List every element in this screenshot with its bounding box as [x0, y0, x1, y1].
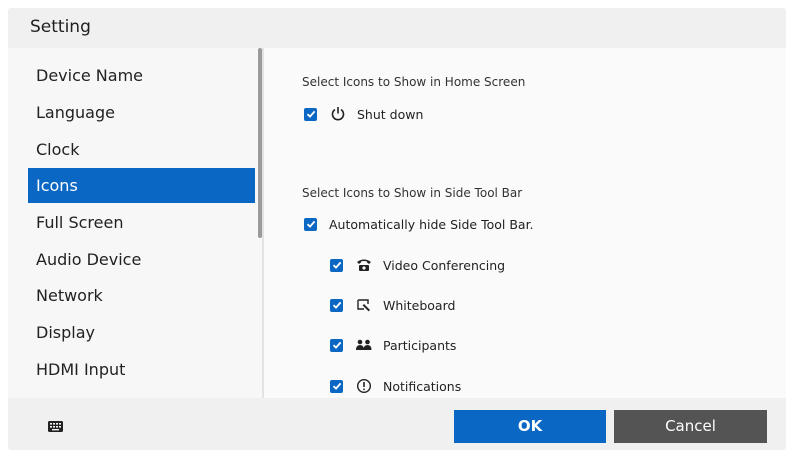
settings-sidebar: Device Name Language Clock Icons Full Sc… [8, 48, 262, 398]
sidebar-scrollbar[interactable] [258, 48, 262, 238]
tool-item-notifications: Notifications [330, 376, 461, 396]
sidebar-item-network[interactable]: Network [28, 278, 255, 313]
video-conferencing-label: Video Conferencing [383, 257, 506, 273]
checkmark-icon [332, 341, 341, 349]
sidebar-item-icons[interactable]: Icons [28, 168, 255, 203]
shut-down-checkbox[interactable] [304, 107, 317, 121]
video-conferencing-checkbox[interactable] [330, 258, 343, 272]
telephone-icon [355, 257, 373, 273]
power-icon [329, 106, 347, 122]
participants-icon [355, 337, 373, 353]
keyboard-icon[interactable] [48, 417, 63, 436]
notifications-checkbox[interactable] [330, 379, 343, 393]
title-bar: Setting [8, 8, 786, 48]
notification-icon [355, 378, 373, 394]
sidebar-item-mirroring[interactable]: Mirroring [28, 388, 255, 398]
sidebar-item-display[interactable]: Display [28, 315, 255, 350]
sidebar-item-device-name[interactable]: Device Name [28, 58, 255, 93]
checkmark-icon [306, 220, 315, 228]
cancel-button[interactable]: Cancel [614, 410, 767, 443]
checkmark-icon [332, 261, 341, 269]
auto-hide-label: Automatically hide Side Tool Bar. [329, 216, 534, 232]
icons-settings-panel: Select Icons to Show in Home Screen Shut… [264, 48, 786, 398]
sidebar-item-full-screen[interactable]: Full Screen [28, 205, 255, 240]
shut-down-label: Shut down [357, 106, 424, 122]
notifications-label: Notifications [383, 378, 462, 394]
whiteboard-label: Whiteboard [383, 297, 456, 313]
whiteboard-checkbox[interactable] [330, 298, 343, 312]
dialog-footer: OK Cancel [8, 398, 786, 450]
ok-button[interactable]: OK [454, 410, 606, 443]
sidebar-item-audio-device[interactable]: Audio Device [28, 242, 255, 277]
auto-hide-checkbox[interactable] [304, 217, 317, 231]
sidebar-item-hdmi-input[interactable]: HDMI Input [28, 352, 255, 387]
tool-item-video-conferencing: Video Conferencing [330, 255, 505, 275]
tool-item-whiteboard: Whiteboard [330, 295, 455, 315]
settings-dialog: Setting Device Name Language Clock Icons… [8, 8, 786, 450]
tool-item-participants: Participants [330, 335, 456, 355]
home-item-shut-down: Shut down [304, 104, 423, 124]
participants-checkbox[interactable] [330, 338, 343, 352]
checkmark-icon [306, 110, 315, 118]
home-screen-heading: Select Icons to Show in Home Screen [302, 75, 526, 89]
checkmark-icon [332, 301, 341, 309]
auto-hide-option: Automatically hide Side Tool Bar. [304, 214, 534, 234]
sidebar-item-clock[interactable]: Clock [28, 132, 255, 167]
participants-label: Participants [383, 337, 457, 353]
sidebar-item-language[interactable]: Language [28, 95, 255, 130]
side-tool-bar-heading: Select Icons to Show in Side Tool Bar [302, 186, 523, 200]
dialog-title: Setting [30, 17, 91, 37]
checkmark-icon [332, 382, 341, 390]
whiteboard-pen-icon [355, 297, 373, 313]
